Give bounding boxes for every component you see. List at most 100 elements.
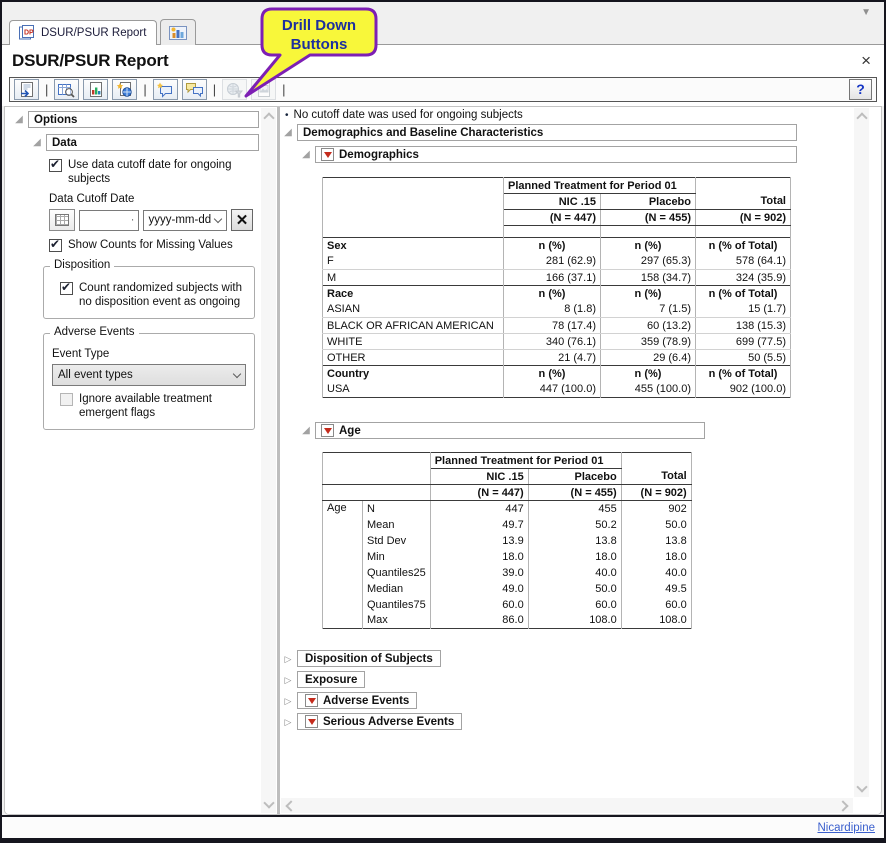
row-label-cell: BLACK OR AFRICAN AMERICAN — [323, 318, 504, 334]
tab-chart[interactable] — [160, 19, 196, 45]
view-data-button[interactable] — [54, 79, 79, 100]
event-type-row: All event types — [52, 364, 246, 386]
adverse-events-group: Adverse Events Event Type All event type… — [43, 333, 255, 430]
event-type-select[interactable]: All event types — [52, 364, 246, 386]
value-cell: 699 (77.5) — [696, 334, 791, 350]
red-triangle-icon — [324, 152, 332, 158]
section-header[interactable]: Exposure — [297, 671, 365, 688]
tabs: DP DSUR/PSUR Report — [9, 19, 196, 45]
table-row: Max86.0108.0108.0 — [323, 613, 692, 629]
report-vscrollbar[interactable] — [854, 108, 869, 797]
cutoff-date-input[interactable]: · — [79, 210, 139, 231]
column-header-cell: NIC .15 — [504, 194, 601, 210]
toolbar-divider: | — [143, 82, 146, 97]
stat-label-cell: Quantiles75 — [363, 597, 431, 613]
event-type-value: All event types — [58, 369, 133, 381]
section-header[interactable]: Adverse Events — [297, 692, 417, 709]
disclosure-closed-icon[interactable]: ▷ — [282, 695, 294, 707]
ignore-flags-checkbox[interactable]: Ignore available treatment emergent flag… — [60, 392, 246, 420]
column-header-cell: NIC .15 — [430, 469, 528, 485]
options-scrollbar[interactable] — [261, 108, 276, 813]
drill-down-button[interactable] — [305, 715, 318, 728]
value-cell: 158 (34.7) — [601, 270, 696, 286]
note-new-icon — [156, 82, 174, 98]
spacer-cell — [504, 226, 601, 238]
age-header-label: Age — [339, 425, 361, 437]
use-cutoff-checkbox[interactable]: Use data cutoff date for ongoing subject… — [49, 158, 253, 186]
red-triangle-icon — [308, 698, 316, 704]
cutoff-date-label: Data Cutoff Date — [49, 193, 253, 205]
review-notes-button[interactable] — [182, 79, 207, 100]
count-randomized-checkbox[interactable]: Count randomized subjects with no dispos… — [60, 281, 246, 309]
table-row: WHITE340 (76.1)359 (78.9)699 (77.5) — [323, 334, 791, 350]
show-counts-checkbox[interactable]: Show Counts for Missing Values — [49, 238, 253, 252]
chart-report-button[interactable] — [83, 79, 108, 100]
help-button[interactable]: ? — [849, 79, 872, 100]
scroll-left-icon[interactable] — [284, 800, 295, 811]
close-icon[interactable]: × — [858, 53, 874, 69]
options-header[interactable]: Options — [28, 111, 259, 128]
value-cell: 86.0 — [430, 613, 528, 629]
table-row: Mean49.750.250.0 — [323, 517, 692, 533]
disclosure-closed-icon[interactable]: ▷ — [282, 653, 294, 665]
demographics-header[interactable]: Demographics — [315, 146, 797, 163]
disposition-legend: Disposition — [50, 259, 114, 271]
toolbar-menu-icon[interactable]: ▼ — [861, 8, 871, 18]
disclosure-open-icon[interactable]: ◢ — [13, 114, 25, 126]
scroll-up-icon[interactable] — [856, 111, 867, 122]
disclosure-open-icon[interactable]: ◢ — [282, 127, 294, 139]
value-cell: 29 (6.4) — [601, 350, 696, 366]
scroll-right-icon[interactable] — [839, 800, 850, 811]
report-hscrollbar[interactable] — [281, 798, 853, 813]
column-spanner-cell: Planned Treatment for Period 01 — [504, 178, 696, 194]
column-header-cell: Total — [696, 194, 791, 210]
disclosure-open-icon[interactable]: ◢ — [31, 137, 43, 149]
disclosure-open-icon[interactable]: ◢ — [300, 425, 312, 437]
demographics-header-label: Demographics — [339, 149, 419, 161]
publish-report-button[interactable] — [112, 79, 137, 100]
disclosure-closed-icon[interactable]: ▷ — [282, 674, 294, 686]
section-header[interactable]: Serious Adverse Events — [297, 713, 462, 730]
value-cell: 7 (1.5) — [601, 302, 696, 318]
add-note-button[interactable] — [153, 79, 178, 100]
tab-dsur-psur-report[interactable]: DP DSUR/PSUR Report — [9, 20, 157, 45]
stat-header-cell: n (% of Total) — [696, 238, 791, 254]
scroll-down-icon[interactable] — [263, 799, 274, 810]
drill-down-button[interactable] — [321, 424, 334, 437]
scroll-up-icon[interactable] — [263, 111, 274, 122]
dp-report-icon: DP — [18, 25, 36, 40]
table-row: AgeN447455902 — [323, 501, 692, 517]
content-area: ◢ Options ◢ Data Use data cutoff date fo… — [4, 106, 882, 815]
data-header[interactable]: Data — [46, 134, 259, 151]
table-row: ASIAN8 (1.8)7 (1.5)15 (1.7) — [323, 302, 791, 318]
scroll-down-icon[interactable] — [856, 783, 867, 794]
table-row: Countryn (%)n (%)n (% of Total) — [323, 366, 791, 382]
drill-down-button[interactable] — [305, 694, 318, 707]
clear-date-button[interactable]: ✕ — [231, 209, 253, 231]
disclosure-open-icon[interactable]: ◢ — [300, 149, 312, 161]
value-cell: 39.0 — [430, 565, 528, 581]
group-name-cell: Race — [323, 286, 504, 302]
stat-header-cell: n (% of Total) — [696, 286, 791, 302]
section-header[interactable]: Disposition of Subjects — [297, 650, 441, 667]
calendar-button[interactable] — [49, 209, 75, 231]
event-type-label: Event Type — [52, 348, 246, 360]
callout-text-line2: Buttons — [291, 36, 348, 53]
value-cell: 50.2 — [528, 517, 621, 533]
group-name-cell: Sex — [323, 238, 504, 254]
chevron-down-icon — [214, 214, 222, 222]
table-row: M166 (37.1)158 (34.7)324 (35.9) — [323, 270, 791, 286]
dbc-header[interactable]: Demographics and Baseline Characteristic… — [297, 124, 797, 141]
date-format-select[interactable]: yyyy-mm-dd — [143, 210, 228, 231]
age-header[interactable]: Age — [315, 422, 705, 439]
value-cell: 902 (100.0) — [696, 382, 791, 398]
drill-down-button[interactable] — [321, 148, 334, 161]
stat-label-cell: Mean — [363, 517, 431, 533]
create-report-button[interactable] — [14, 79, 39, 100]
note-text: No cutoff date was used for ongoing subj… — [294, 109, 523, 121]
value-cell: 60.0 — [430, 597, 528, 613]
value-cell: 108.0 — [528, 613, 621, 629]
value-cell: 60.0 — [528, 597, 621, 613]
study-link[interactable]: Nicardipine — [817, 822, 875, 834]
disclosure-closed-icon[interactable]: ▷ — [282, 716, 294, 728]
